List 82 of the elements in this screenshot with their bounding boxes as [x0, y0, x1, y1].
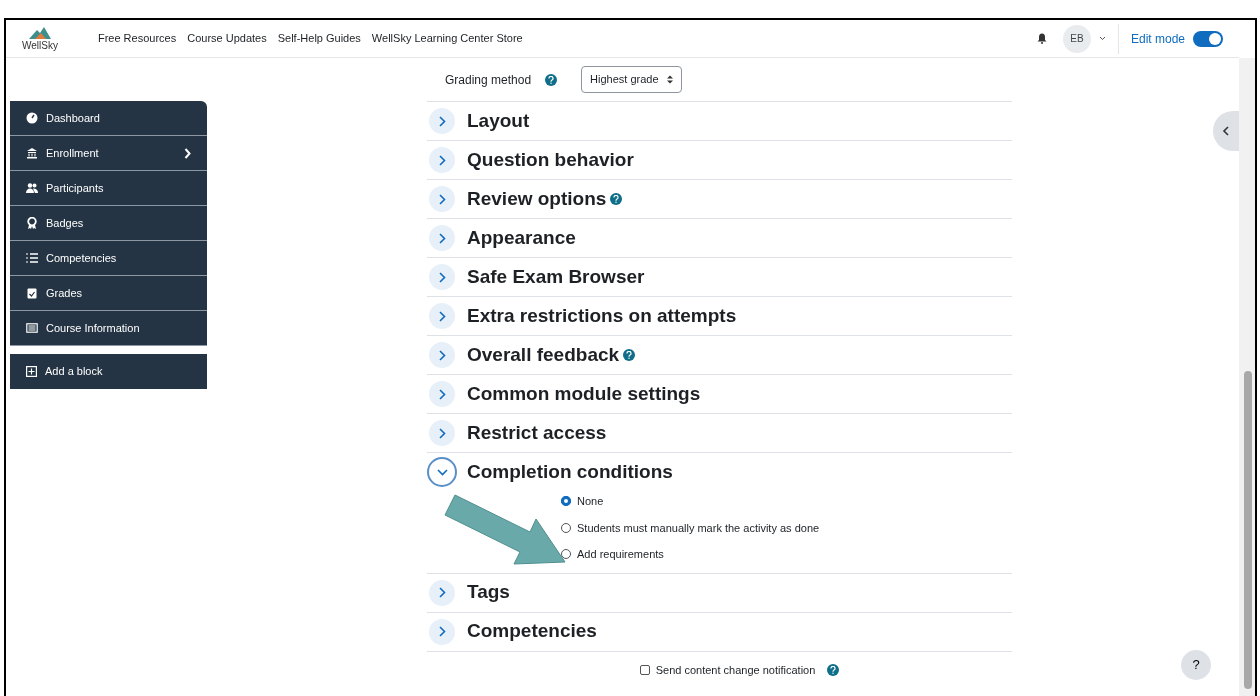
option-label[interactable]: Students must manually mark the activity as done: [577, 519, 820, 536]
sidebar-item-icon: [26, 147, 38, 159]
section-title[interactable]: Extra restrictions on attempts: [467, 301, 737, 331]
chevron-right-icon: [438, 427, 446, 439]
sidebar-item[interactable]: Dashboard: [10, 101, 207, 136]
sidebar-item-icon: [26, 287, 38, 299]
mountain-logo-icon: [28, 26, 51, 39]
expand-button[interactable]: [429, 579, 455, 606]
expand-button[interactable]: [429, 420, 455, 446]
expand-button[interactable]: [429, 264, 455, 290]
section-title[interactable]: Tags: [467, 578, 510, 607]
chevron-right-icon: [438, 154, 446, 166]
help-icon[interactable]: [610, 193, 623, 205]
sidebar-item-icon: [26, 217, 38, 229]
sidebar-item[interactable]: Enrollment: [10, 136, 207, 171]
expand-button[interactable]: [429, 618, 455, 645]
chevron-right-icon: [438, 193, 446, 205]
plus-square-icon: [26, 366, 37, 377]
sidebar-item[interactable]: Participants: [10, 171, 207, 206]
chevron-left-icon: [1222, 126, 1230, 136]
sort-arrows-icon: [666, 75, 673, 84]
expand-button[interactable]: [429, 225, 455, 251]
chevron-right-icon: [184, 147, 191, 159]
radio-button[interactable]: [561, 496, 571, 507]
help-icon[interactable]: [545, 73, 558, 86]
chevron-right-icon: [438, 587, 446, 598]
chevron-right-icon: [438, 115, 446, 127]
sidebar-item-icon: [26, 112, 38, 124]
help-icon[interactable]: [623, 349, 636, 361]
checkbox[interactable]: [639, 664, 650, 675]
expand-button[interactable]: [429, 342, 455, 368]
chevron-right-icon: [438, 349, 446, 361]
nav-link[interactable]: WellSky Learning Center Store: [371, 30, 523, 47]
section-title[interactable]: Completion conditions: [467, 457, 673, 487]
edit-mode-label: Edit mode: [1130, 30, 1185, 48]
expand-button[interactable]: [429, 108, 455, 134]
section-title[interactable]: Layout: [467, 106, 530, 136]
expand-button[interactable]: [429, 381, 455, 407]
option-label[interactable]: None: [577, 493, 604, 510]
collapse-button[interactable]: [427, 457, 457, 487]
section-title[interactable]: Appearance: [467, 223, 576, 253]
drawer-toggle-button[interactable]: [1213, 111, 1239, 151]
user-avatar[interactable]: EB: [1062, 24, 1091, 53]
sidebar-item[interactable]: Grades: [10, 276, 207, 311]
chevron-right-icon: [438, 388, 446, 400]
chevron-down-icon[interactable]: [1098, 36, 1106, 41]
scrollbar-thumb[interactable]: [1244, 371, 1252, 689]
section-title[interactable]: Restrict access: [467, 418, 607, 448]
expand-button[interactable]: [429, 303, 455, 329]
radio-button[interactable]: [561, 522, 571, 533]
chevron-right-icon: [438, 271, 446, 283]
grading-method-select[interactable]: Highest grade: [581, 66, 682, 93]
sidebar-item-icon: [26, 322, 38, 334]
sidebar-item-icon: [26, 252, 38, 264]
logo-text: WellSky: [22, 40, 58, 51]
section-title[interactable]: Common module settings: [467, 379, 701, 409]
help-button[interactable]: ?: [1181, 650, 1211, 680]
option-label[interactable]: Add requirements: [577, 546, 664, 563]
help-icon[interactable]: [827, 663, 840, 676]
sidebar-item[interactable]: Course Information: [10, 311, 207, 346]
chevron-down-icon: [436, 468, 448, 476]
expand-button[interactable]: [429, 186, 455, 212]
section-title[interactable]: Overall feedback: [467, 340, 620, 370]
field-label: Grading method: [445, 71, 532, 89]
nav-link[interactable]: Course Updates: [187, 30, 267, 47]
sidebar-item-icon: [26, 182, 38, 194]
chevron-right-icon: [438, 310, 446, 322]
add-block-link[interactable]: Add a block: [10, 354, 207, 389]
nav-link[interactable]: Self-Help Guides: [277, 30, 361, 47]
chevron-right-icon: [438, 626, 446, 637]
section-title[interactable]: Competencies: [467, 617, 597, 646]
edit-mode-toggle[interactable]: [1193, 30, 1223, 47]
bell-icon[interactable]: [1036, 33, 1047, 44]
chevron-right-icon: [438, 232, 446, 244]
expand-button[interactable]: [429, 147, 455, 173]
section-title[interactable]: Safe Exam Browser: [467, 262, 645, 292]
sidebar-item[interactable]: Badges: [10, 206, 207, 241]
nav-link[interactable]: Free Resources: [97, 30, 177, 47]
checkbox-label[interactable]: Send content change notification: [655, 661, 816, 678]
sidebar-item[interactable]: Competencies: [10, 241, 207, 276]
section-title[interactable]: Question behavior: [467, 145, 634, 175]
section-title[interactable]: Review options: [467, 184, 607, 214]
